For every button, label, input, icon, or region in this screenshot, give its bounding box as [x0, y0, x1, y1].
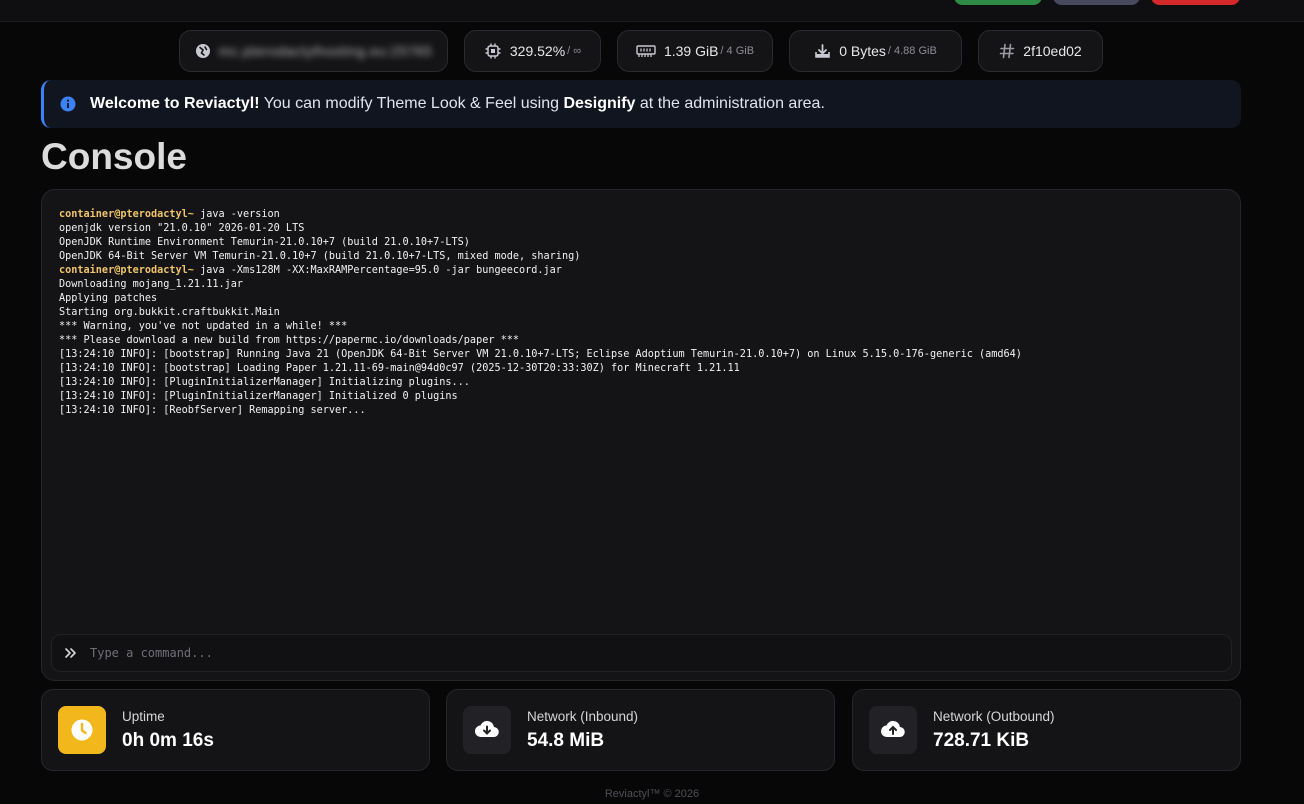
chevrons-right-icon — [65, 648, 76, 658]
network-outbound-card: Network (Outbound) 728.71 KiB — [852, 689, 1241, 771]
console-line-text: openjdk version "21.0.10" 2026-01-20 LTS — [59, 223, 305, 234]
memory-icon — [636, 45, 656, 57]
disk-download-icon — [815, 43, 830, 58]
start-button[interactable] — [954, 0, 1042, 5]
uptime-card: Uptime 0h 0m 16s — [41, 689, 430, 771]
cpu-usage-limit: / ∞ — [567, 45, 582, 57]
network-inbound-value: 54.8 MiB — [527, 730, 605, 751]
console-line: *** Warning, you've not updated in a whi… — [59, 320, 1022, 334]
welcome-alert: Welcome to Reviactyl! You can modify The… — [41, 80, 1241, 128]
console-line-text: Applying patches — [59, 293, 158, 304]
uptime-value: 0h 0m 16s — [122, 730, 214, 751]
disk-usage-limit: / 4.88 GiB — [887, 45, 937, 57]
console-line: [13:24:10 INFO]: [bootstrap] Running Jav… — [59, 348, 1022, 362]
console-line: Starting org.bukkit.craftbukkit.Main — [59, 306, 1022, 320]
alert-strong-text: Welcome to Reviactyl! — [90, 95, 260, 112]
console-line: container@pterodactyl~ java -version — [59, 208, 1022, 222]
memory-usage-value: 1.39 GiB — [663, 43, 719, 59]
console-line: [13:24:10 INFO]: [PluginInitializerManag… — [59, 390, 1022, 404]
uptime-label: Uptime — [122, 709, 165, 724]
console-line: openjdk version "21.0.10" 2026-01-20 LTS — [59, 222, 1022, 236]
console-line: *** Please download a new build from htt… — [59, 334, 1022, 348]
console-line-text: [13:24:10 INFO]: [ReobfServer] Remapping… — [59, 405, 366, 416]
command-input[interactable] — [90, 646, 1190, 660]
console-line: Applying patches — [59, 292, 1022, 306]
console-line-text: *** Warning, you've not updated in a whi… — [59, 321, 348, 332]
disk-usage-value: 0 Bytes — [839, 43, 886, 59]
page-title: Console — [41, 136, 187, 177]
server-id: 2f10ed02 — [1023, 43, 1082, 59]
alert-text-2: at the administration area. — [635, 95, 825, 112]
console-panel: container@pterodactyl~ java -version open… — [41, 189, 1241, 681]
console-prompt: container@pterodactyl~ — [59, 265, 194, 276]
console-line: [13:24:10 INFO]: [bootstrap] Loading Pap… — [59, 362, 1022, 376]
console-line-text: java -version — [193, 209, 280, 220]
console-line: OpenJDK 64-Bit Server VM Temurin-21.0.10… — [59, 250, 1022, 264]
memory-usage-pill: 1.39 GiB/ 4 GiB — [617, 30, 773, 72]
console-line: [13:24:10 INFO]: [PluginInitializerManag… — [59, 376, 1022, 390]
top-bar — [0, 0, 1304, 22]
network-inbound-label: Network (Inbound) — [527, 709, 639, 724]
disk-usage-pill: 0 Bytes/ 4.88 GiB — [789, 30, 962, 72]
console-line-text: *** Please download a new build from htt… — [59, 335, 520, 346]
cpu-chip-icon — [485, 43, 501, 59]
globe-icon — [195, 44, 210, 58]
console-line-text: java -Xms128M -XX:MaxRAMPercentage=95.0 … — [193, 265, 562, 276]
network-outbound-value: 728.71 KiB — [933, 730, 1030, 751]
cloud-download-icon — [474, 720, 499, 738]
alert-text-1: You can modify Theme Look & Feel using — [259, 95, 564, 112]
cpu-usage-value: 329.52% — [509, 43, 566, 59]
console-line: Downloading mojang_1.21.11.jar — [59, 278, 1022, 292]
alert-message: Welcome to Reviactyl! You can modify The… — [90, 95, 825, 113]
restart-button[interactable] — [1053, 0, 1140, 5]
console-line: OpenJDK Runtime Environment Temurin-21.0… — [59, 236, 1022, 250]
cpu-usage-pill: 329.52% / ∞ — [464, 30, 601, 72]
console-line-text: OpenJDK Runtime Environment Temurin-21.0… — [59, 237, 470, 248]
console-line-text: Starting org.bukkit.craftbukkit.Main — [59, 307, 280, 318]
server-address-pill[interactable]: mc.pterodactylhosting.eu:25765 — [179, 30, 448, 72]
console-line-text: [13:24:10 INFO]: [PluginInitializerManag… — [59, 391, 458, 402]
stop-button[interactable] — [1151, 0, 1240, 5]
hash-icon — [999, 43, 1015, 59]
cloud-upload-icon — [880, 720, 905, 738]
server-address: mc.pterodactylhosting.eu:25765 — [218, 43, 433, 59]
clock-icon — [71, 719, 93, 741]
info-circle-icon — [60, 96, 76, 112]
console-prompt: container@pterodactyl~ — [59, 209, 194, 220]
console-line-text: [13:24:10 INFO]: [bootstrap] Loading Pap… — [59, 363, 740, 374]
console-line: container@pterodactyl~ java -Xms128M -XX… — [59, 264, 1022, 278]
console-output[interactable]: container@pterodactyl~ java -version open… — [59, 208, 1022, 418]
command-bar[interactable] — [51, 634, 1232, 672]
network-outbound-icon-box — [869, 706, 917, 754]
console-line-text: Downloading mojang_1.21.11.jar — [59, 279, 244, 290]
memory-usage-limit: / 4 GiB — [720, 45, 755, 57]
network-outbound-label: Network (Outbound) — [933, 709, 1055, 724]
console-line-text: OpenJDK 64-Bit Server VM Temurin-21.0.10… — [59, 251, 581, 262]
network-inbound-icon-box — [463, 706, 511, 754]
console-line: [13:24:10 INFO]: [ReobfServer] Remapping… — [59, 404, 1022, 418]
console-line-text: [13:24:10 INFO]: [PluginInitializerManag… — [59, 377, 470, 388]
designify-link[interactable]: Designify — [563, 95, 635, 112]
network-inbound-card: Network (Inbound) 54.8 MiB — [446, 689, 835, 771]
footer-copyright: Reviactyl™ © 2026 — [604, 788, 700, 800]
uptime-icon-box — [58, 706, 106, 754]
server-id-pill[interactable]: 2f10ed02 — [978, 30, 1103, 72]
console-line-text: [13:24:10 INFO]: [bootstrap] Running Jav… — [59, 349, 1022, 360]
